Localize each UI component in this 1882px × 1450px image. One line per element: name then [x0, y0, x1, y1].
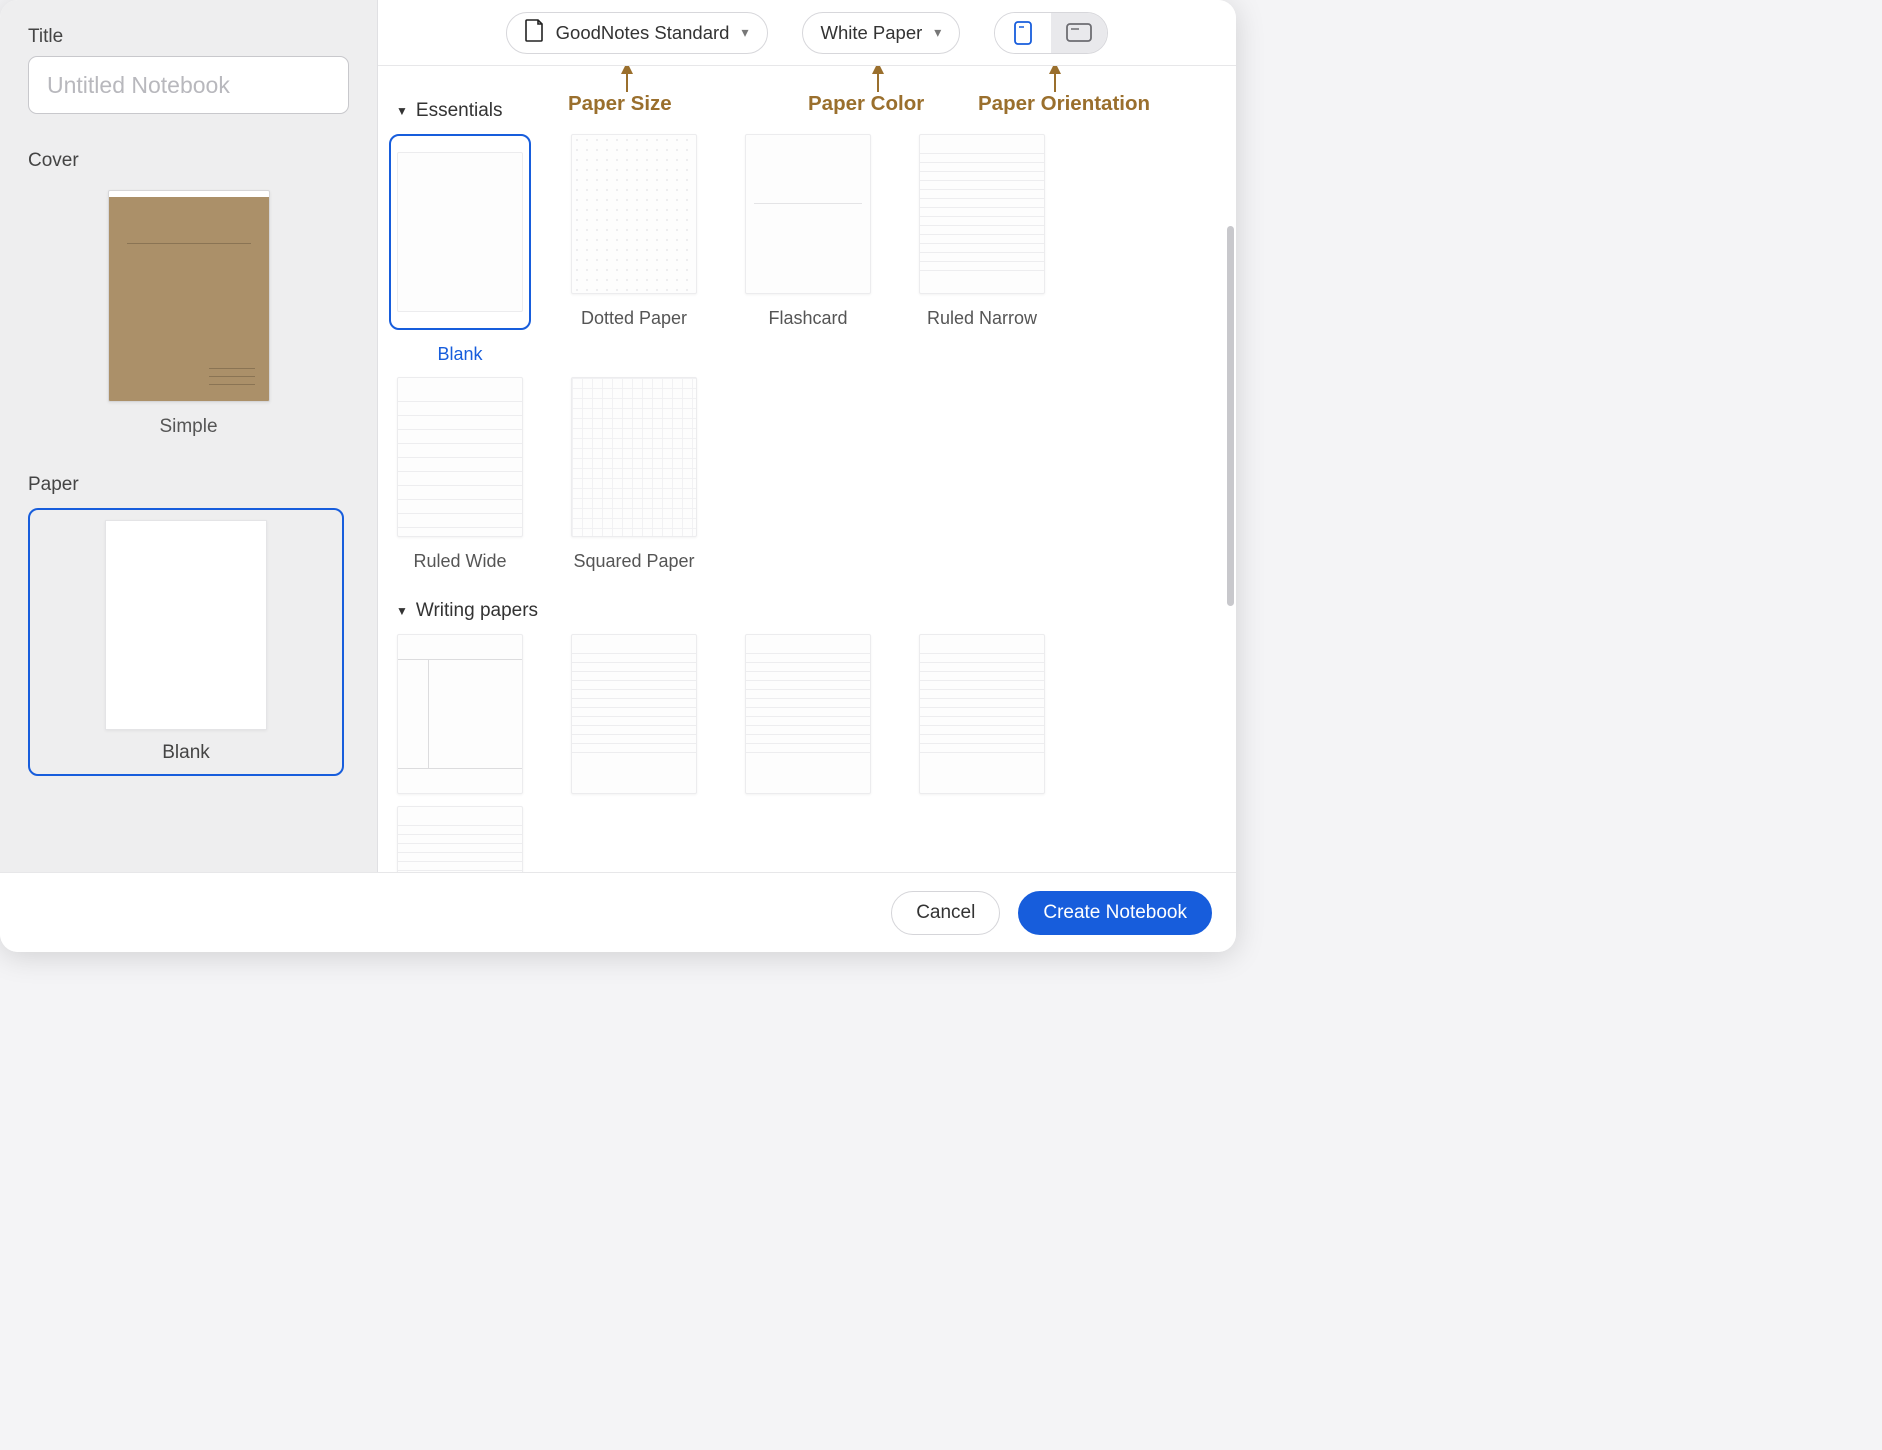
template-writing-2[interactable]	[562, 634, 706, 794]
orientation-portrait-button[interactable]	[995, 13, 1051, 53]
section-essentials-label: Essentials	[416, 100, 503, 122]
modal-footer: Cancel Create Notebook	[0, 872, 1236, 952]
template-writing-1[interactable]	[388, 634, 532, 794]
cancel-button[interactable]: Cancel	[891, 891, 1000, 935]
annotation-arrow-stem	[1054, 74, 1056, 92]
cover-option[interactable]: Simple	[28, 190, 349, 438]
cover-section: Cover Simple	[28, 150, 349, 438]
paper-size-dropdown[interactable]: GoodNotes Standard ▾	[506, 12, 768, 54]
chevron-down-icon: ▾	[741, 24, 748, 41]
annotation-arrow	[621, 66, 633, 74]
paper-size-value: GoodNotes Standard	[556, 22, 730, 44]
template-label: Ruled Narrow	[927, 308, 1037, 329]
template-label: Flashcard	[768, 308, 847, 329]
scrollbar-thumb[interactable]	[1227, 226, 1234, 606]
section-essentials-header[interactable]: ▼ Essentials	[396, 100, 1226, 122]
main-panel: GoodNotes Standard ▾ White Paper ▾	[378, 0, 1236, 872]
template-writing-5[interactable]	[388, 806, 532, 872]
template-blank[interactable]: Blank	[388, 134, 532, 365]
page-icon	[525, 19, 544, 47]
template-ruled-wide[interactable]: Ruled Wide	[388, 377, 532, 572]
annotation-arrow-stem	[877, 74, 879, 92]
template-writing-4[interactable]	[910, 634, 1054, 794]
modal-body: Title Cover Simple Paper Blank	[0, 0, 1236, 872]
triangle-down-icon: ▼	[396, 604, 408, 618]
essentials-grid: Blank Dotted Paper Flashcard Ruled Narro…	[388, 134, 1226, 572]
template-dotted[interactable]: Dotted Paper	[562, 134, 706, 365]
title-label: Title	[28, 26, 349, 48]
annotation-arrow-stem	[626, 74, 628, 92]
writing-grid	[388, 634, 1226, 872]
cover-thumbnail	[108, 190, 270, 402]
template-label: Blank	[437, 344, 482, 365]
new-notebook-modal: Title Cover Simple Paper Blank	[0, 0, 1236, 952]
paper-name: Blank	[162, 742, 210, 764]
annotation-arrow	[1049, 66, 1061, 74]
sidebar: Title Cover Simple Paper Blank	[0, 0, 378, 872]
paper-label: Paper	[28, 474, 349, 496]
create-notebook-button[interactable]: Create Notebook	[1018, 891, 1212, 935]
template-writing-3[interactable]	[736, 634, 880, 794]
cover-label: Cover	[28, 150, 349, 172]
orientation-toggle	[994, 12, 1108, 54]
paper-color-value: White Paper	[821, 22, 923, 44]
template-ruled-narrow[interactable]: Ruled Narrow	[910, 134, 1054, 365]
template-label: Squared Paper	[573, 551, 694, 572]
template-scroll[interactable]: Paper Size Paper Color Paper Orientation…	[378, 66, 1236, 872]
template-flashcard[interactable]: Flashcard	[736, 134, 880, 365]
section-writing-label: Writing papers	[416, 600, 538, 622]
template-label: Dotted Paper	[581, 308, 687, 329]
annotation-arrow	[872, 66, 884, 74]
orientation-landscape-button[interactable]	[1051, 13, 1107, 53]
paper-option-selected[interactable]: Blank	[28, 508, 344, 776]
chevron-down-icon: ▾	[934, 24, 941, 41]
paper-toolbar: GoodNotes Standard ▾ White Paper ▾	[378, 0, 1236, 66]
paper-color-dropdown[interactable]: White Paper ▾	[802, 12, 961, 54]
title-input[interactable]	[28, 56, 349, 114]
template-label: Ruled Wide	[413, 551, 506, 572]
section-writing-header[interactable]: ▼ Writing papers	[396, 600, 1226, 622]
paper-thumbnail	[105, 520, 267, 730]
paper-section: Paper Blank	[28, 474, 349, 776]
template-squared[interactable]: Squared Paper	[562, 377, 706, 572]
cover-name: Simple	[159, 416, 217, 438]
triangle-down-icon: ▼	[396, 104, 408, 118]
